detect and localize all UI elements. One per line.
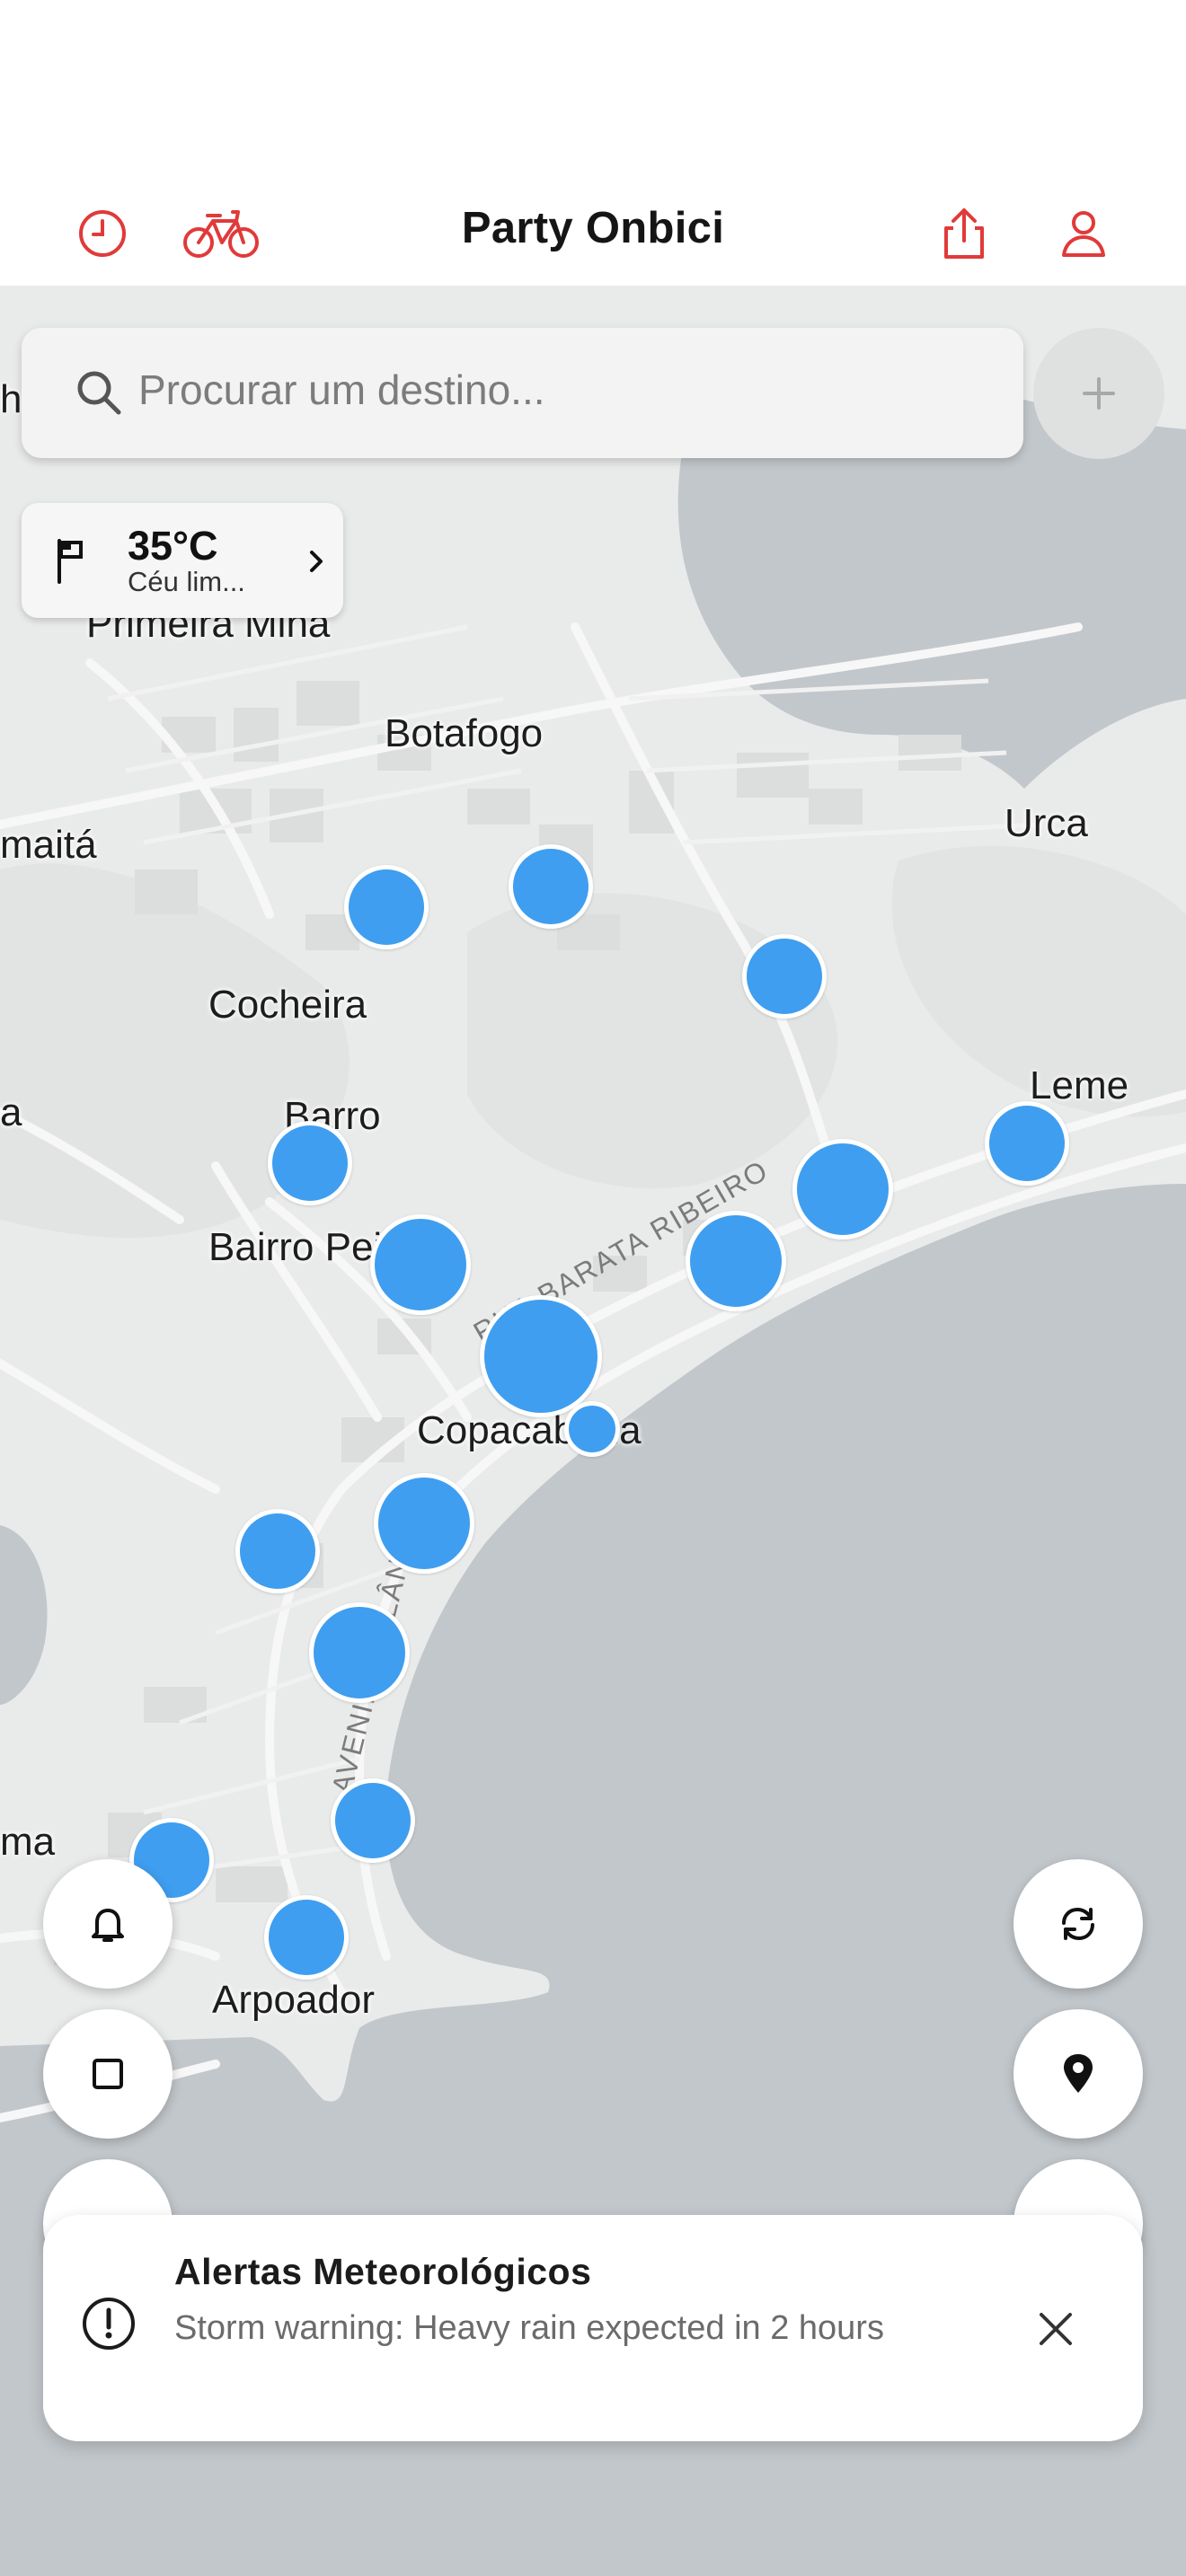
search-icon <box>77 371 121 415</box>
user-icon <box>1062 211 1105 257</box>
bell-icon <box>92 1909 124 1942</box>
map-label-humaita: maitá <box>0 823 97 867</box>
bike-station-marker[interactable] <box>985 1101 1069 1186</box>
top-bar: Party Onbici <box>0 180 1186 286</box>
square-icon <box>93 2059 123 2089</box>
bike-station-marker[interactable] <box>742 934 827 1019</box>
weather-temperature: 35°C <box>128 523 218 569</box>
close-icon <box>1040 2313 1072 2345</box>
weather-widget[interactable]: 35°C Céu lim... <box>22 503 343 618</box>
bike-station-marker[interactable] <box>370 1214 471 1315</box>
alert-close-button[interactable] <box>1024 2298 1087 2360</box>
bike-station-marker[interactable] <box>686 1211 786 1311</box>
alert-message: Storm warning: Heavy rain expected in 2 … <box>174 2309 884 2347</box>
map-label-botafogo: Botafogo <box>385 711 544 755</box>
bike-station-marker-large[interactable] <box>480 1295 602 1417</box>
search-input[interactable]: Procurar um destino... <box>138 366 545 414</box>
weather-condition: Céu lim... <box>128 566 245 597</box>
chevron-right-icon <box>310 551 323 572</box>
add-destination-button[interactable] <box>1033 328 1164 459</box>
bike-station-marker[interactable] <box>509 844 593 929</box>
bike-station-marker[interactable] <box>264 1895 349 1980</box>
bike-station-marker[interactable] <box>309 1602 410 1703</box>
bike-station-marker[interactable] <box>235 1509 320 1593</box>
refresh-button[interactable] <box>1013 1859 1143 1989</box>
my-location-button[interactable] <box>1013 2009 1143 2139</box>
search-bar[interactable]: Procurar um destino... <box>22 328 1023 458</box>
bike-station-marker[interactable] <box>792 1139 893 1239</box>
weather-alert-card: Alertas Meteorológicos Storm warning: He… <box>43 2215 1143 2441</box>
profile-button[interactable] <box>1046 196 1121 271</box>
bike-station-marker[interactable] <box>268 1121 352 1205</box>
location-pin-icon <box>1064 2054 1093 2093</box>
alert-title: Alertas Meteorológicos <box>174 2251 592 2292</box>
bike-station-marker[interactable] <box>374 1473 474 1574</box>
bike-station-marker-small[interactable] <box>564 1401 620 1457</box>
map-label-edge-a: a <box>0 1090 22 1134</box>
map-label-cocheira: Cocheira <box>208 983 367 1027</box>
flag-icon <box>58 539 83 584</box>
app-title: Party Onbici <box>461 204 725 252</box>
share-icon <box>944 208 984 259</box>
map-label-edge-ma: ma <box>0 1820 56 1864</box>
status-bar-area <box>0 0 1186 180</box>
bike-station-marker[interactable] <box>331 1778 415 1863</box>
map-label-arpoador: Arpoador <box>212 1978 376 2022</box>
stop-button[interactable] <box>43 2009 173 2139</box>
share-button[interactable] <box>926 196 1002 271</box>
map-label-leme: Leme <box>1030 1063 1129 1107</box>
map-label-urca: Urca <box>1005 801 1088 845</box>
bike-station-marker[interactable] <box>344 865 429 949</box>
notifications-button[interactable] <box>43 1859 173 1989</box>
exclamation-circle-icon <box>83 2298 135 2350</box>
refresh-icon <box>1062 1907 1094 1941</box>
plus-icon <box>1083 377 1115 410</box>
